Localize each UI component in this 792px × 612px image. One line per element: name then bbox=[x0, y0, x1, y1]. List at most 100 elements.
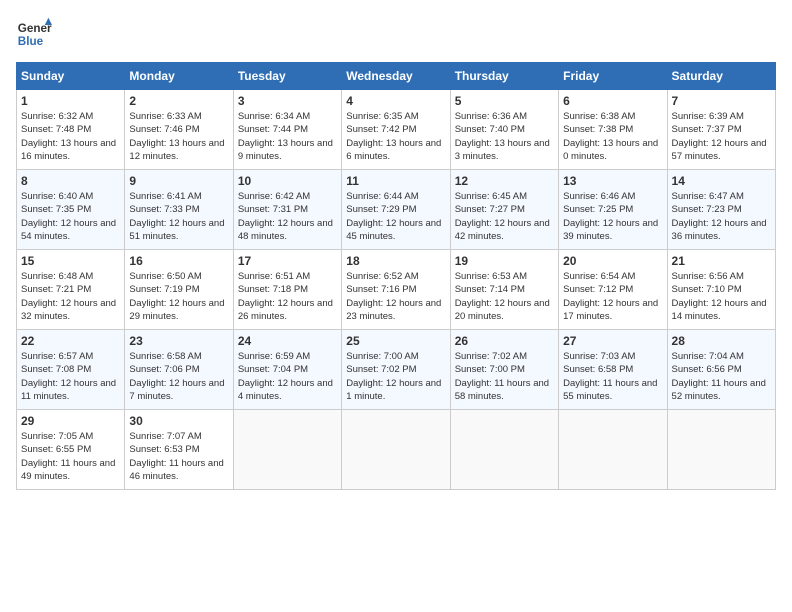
day-detail: Sunrise: 6:39 AMSunset: 7:37 PMDaylight:… bbox=[672, 110, 771, 163]
day-number: 19 bbox=[455, 254, 554, 268]
day-detail: Sunrise: 6:45 AMSunset: 7:27 PMDaylight:… bbox=[455, 190, 554, 243]
calendar-cell: 2 Sunrise: 6:33 AMSunset: 7:46 PMDayligh… bbox=[125, 90, 233, 170]
day-number: 1 bbox=[21, 94, 120, 108]
day-number: 15 bbox=[21, 254, 120, 268]
calendar-cell bbox=[342, 410, 450, 490]
calendar-week-2: 8 Sunrise: 6:40 AMSunset: 7:35 PMDayligh… bbox=[17, 170, 776, 250]
calendar-cell: 8 Sunrise: 6:40 AMSunset: 7:35 PMDayligh… bbox=[17, 170, 125, 250]
calendar-cell: 23 Sunrise: 6:58 AMSunset: 7:06 PMDaylig… bbox=[125, 330, 233, 410]
calendar-cell bbox=[450, 410, 558, 490]
calendar-cell: 12 Sunrise: 6:45 AMSunset: 7:27 PMDaylig… bbox=[450, 170, 558, 250]
day-detail: Sunrise: 7:05 AMSunset: 6:55 PMDaylight:… bbox=[21, 430, 120, 483]
header: General Blue bbox=[16, 16, 776, 52]
day-detail: Sunrise: 7:04 AMSunset: 6:56 PMDaylight:… bbox=[672, 350, 771, 403]
day-detail: Sunrise: 6:47 AMSunset: 7:23 PMDaylight:… bbox=[672, 190, 771, 243]
calendar-cell: 26 Sunrise: 7:02 AMSunset: 7:00 PMDaylig… bbox=[450, 330, 558, 410]
day-number: 13 bbox=[563, 174, 662, 188]
day-detail: Sunrise: 6:34 AMSunset: 7:44 PMDaylight:… bbox=[238, 110, 337, 163]
calendar-cell: 6 Sunrise: 6:38 AMSunset: 7:38 PMDayligh… bbox=[559, 90, 667, 170]
day-detail: Sunrise: 6:38 AMSunset: 7:38 PMDaylight:… bbox=[563, 110, 662, 163]
calendar-cell: 11 Sunrise: 6:44 AMSunset: 7:29 PMDaylig… bbox=[342, 170, 450, 250]
calendar-cell: 25 Sunrise: 7:00 AMSunset: 7:02 PMDaylig… bbox=[342, 330, 450, 410]
svg-text:Blue: Blue bbox=[18, 35, 44, 48]
day-detail: Sunrise: 6:58 AMSunset: 7:06 PMDaylight:… bbox=[129, 350, 228, 403]
day-number: 24 bbox=[238, 334, 337, 348]
day-number: 30 bbox=[129, 414, 228, 428]
day-detail: Sunrise: 6:35 AMSunset: 7:42 PMDaylight:… bbox=[346, 110, 445, 163]
calendar-cell: 10 Sunrise: 6:42 AMSunset: 7:31 PMDaylig… bbox=[233, 170, 341, 250]
calendar-cell: 17 Sunrise: 6:51 AMSunset: 7:18 PMDaylig… bbox=[233, 250, 341, 330]
weekday-header-thursday: Thursday bbox=[450, 63, 558, 90]
day-number: 25 bbox=[346, 334, 445, 348]
day-detail: Sunrise: 6:56 AMSunset: 7:10 PMDaylight:… bbox=[672, 270, 771, 323]
day-detail: Sunrise: 6:44 AMSunset: 7:29 PMDaylight:… bbox=[346, 190, 445, 243]
calendar-cell: 28 Sunrise: 7:04 AMSunset: 6:56 PMDaylig… bbox=[667, 330, 775, 410]
day-number: 9 bbox=[129, 174, 228, 188]
day-detail: Sunrise: 6:46 AMSunset: 7:25 PMDaylight:… bbox=[563, 190, 662, 243]
logo: General Blue bbox=[16, 16, 52, 52]
day-number: 28 bbox=[672, 334, 771, 348]
day-number: 2 bbox=[129, 94, 228, 108]
calendar-week-1: 1 Sunrise: 6:32 AMSunset: 7:48 PMDayligh… bbox=[17, 90, 776, 170]
weekday-header-monday: Monday bbox=[125, 63, 233, 90]
day-number: 22 bbox=[21, 334, 120, 348]
day-number: 3 bbox=[238, 94, 337, 108]
calendar-cell: 24 Sunrise: 6:59 AMSunset: 7:04 PMDaylig… bbox=[233, 330, 341, 410]
day-number: 12 bbox=[455, 174, 554, 188]
day-number: 23 bbox=[129, 334, 228, 348]
logo-icon: General Blue bbox=[16, 16, 52, 52]
calendar-cell: 22 Sunrise: 6:57 AMSunset: 7:08 PMDaylig… bbox=[17, 330, 125, 410]
calendar-cell: 19 Sunrise: 6:53 AMSunset: 7:14 PMDaylig… bbox=[450, 250, 558, 330]
day-number: 7 bbox=[672, 94, 771, 108]
day-detail: Sunrise: 7:00 AMSunset: 7:02 PMDaylight:… bbox=[346, 350, 445, 403]
weekday-header-saturday: Saturday bbox=[667, 63, 775, 90]
weekday-header-wednesday: Wednesday bbox=[342, 63, 450, 90]
day-detail: Sunrise: 6:32 AMSunset: 7:48 PMDaylight:… bbox=[21, 110, 120, 163]
day-number: 17 bbox=[238, 254, 337, 268]
day-number: 21 bbox=[672, 254, 771, 268]
calendar-cell bbox=[559, 410, 667, 490]
calendar-header: SundayMondayTuesdayWednesdayThursdayFrid… bbox=[17, 63, 776, 90]
day-detail: Sunrise: 6:42 AMSunset: 7:31 PMDaylight:… bbox=[238, 190, 337, 243]
day-number: 5 bbox=[455, 94, 554, 108]
calendar-cell: 4 Sunrise: 6:35 AMSunset: 7:42 PMDayligh… bbox=[342, 90, 450, 170]
day-number: 27 bbox=[563, 334, 662, 348]
day-number: 8 bbox=[21, 174, 120, 188]
calendar-cell: 29 Sunrise: 7:05 AMSunset: 6:55 PMDaylig… bbox=[17, 410, 125, 490]
day-detail: Sunrise: 6:33 AMSunset: 7:46 PMDaylight:… bbox=[129, 110, 228, 163]
day-number: 6 bbox=[563, 94, 662, 108]
calendar-week-5: 29 Sunrise: 7:05 AMSunset: 6:55 PMDaylig… bbox=[17, 410, 776, 490]
calendar-cell: 27 Sunrise: 7:03 AMSunset: 6:58 PMDaylig… bbox=[559, 330, 667, 410]
day-detail: Sunrise: 6:59 AMSunset: 7:04 PMDaylight:… bbox=[238, 350, 337, 403]
calendar-cell: 5 Sunrise: 6:36 AMSunset: 7:40 PMDayligh… bbox=[450, 90, 558, 170]
day-detail: Sunrise: 6:41 AMSunset: 7:33 PMDaylight:… bbox=[129, 190, 228, 243]
day-detail: Sunrise: 6:48 AMSunset: 7:21 PMDaylight:… bbox=[21, 270, 120, 323]
calendar-week-4: 22 Sunrise: 6:57 AMSunset: 7:08 PMDaylig… bbox=[17, 330, 776, 410]
day-number: 11 bbox=[346, 174, 445, 188]
calendar-week-3: 15 Sunrise: 6:48 AMSunset: 7:21 PMDaylig… bbox=[17, 250, 776, 330]
weekday-header-tuesday: Tuesday bbox=[233, 63, 341, 90]
day-detail: Sunrise: 6:50 AMSunset: 7:19 PMDaylight:… bbox=[129, 270, 228, 323]
day-detail: Sunrise: 6:51 AMSunset: 7:18 PMDaylight:… bbox=[238, 270, 337, 323]
day-detail: Sunrise: 7:07 AMSunset: 6:53 PMDaylight:… bbox=[129, 430, 228, 483]
day-number: 18 bbox=[346, 254, 445, 268]
calendar-cell bbox=[667, 410, 775, 490]
day-detail: Sunrise: 6:52 AMSunset: 7:16 PMDaylight:… bbox=[346, 270, 445, 323]
weekday-header-sunday: Sunday bbox=[17, 63, 125, 90]
day-number: 4 bbox=[346, 94, 445, 108]
calendar-cell: 20 Sunrise: 6:54 AMSunset: 7:12 PMDaylig… bbox=[559, 250, 667, 330]
calendar-cell: 7 Sunrise: 6:39 AMSunset: 7:37 PMDayligh… bbox=[667, 90, 775, 170]
day-detail: Sunrise: 7:03 AMSunset: 6:58 PMDaylight:… bbox=[563, 350, 662, 403]
day-number: 26 bbox=[455, 334, 554, 348]
day-number: 29 bbox=[21, 414, 120, 428]
calendar-cell: 30 Sunrise: 7:07 AMSunset: 6:53 PMDaylig… bbox=[125, 410, 233, 490]
calendar-cell: 18 Sunrise: 6:52 AMSunset: 7:16 PMDaylig… bbox=[342, 250, 450, 330]
day-number: 10 bbox=[238, 174, 337, 188]
calendar-table: SundayMondayTuesdayWednesdayThursdayFrid… bbox=[16, 62, 776, 490]
day-detail: Sunrise: 6:53 AMSunset: 7:14 PMDaylight:… bbox=[455, 270, 554, 323]
calendar-cell: 21 Sunrise: 6:56 AMSunset: 7:10 PMDaylig… bbox=[667, 250, 775, 330]
day-number: 14 bbox=[672, 174, 771, 188]
calendar-cell bbox=[233, 410, 341, 490]
day-detail: Sunrise: 7:02 AMSunset: 7:00 PMDaylight:… bbox=[455, 350, 554, 403]
day-number: 16 bbox=[129, 254, 228, 268]
